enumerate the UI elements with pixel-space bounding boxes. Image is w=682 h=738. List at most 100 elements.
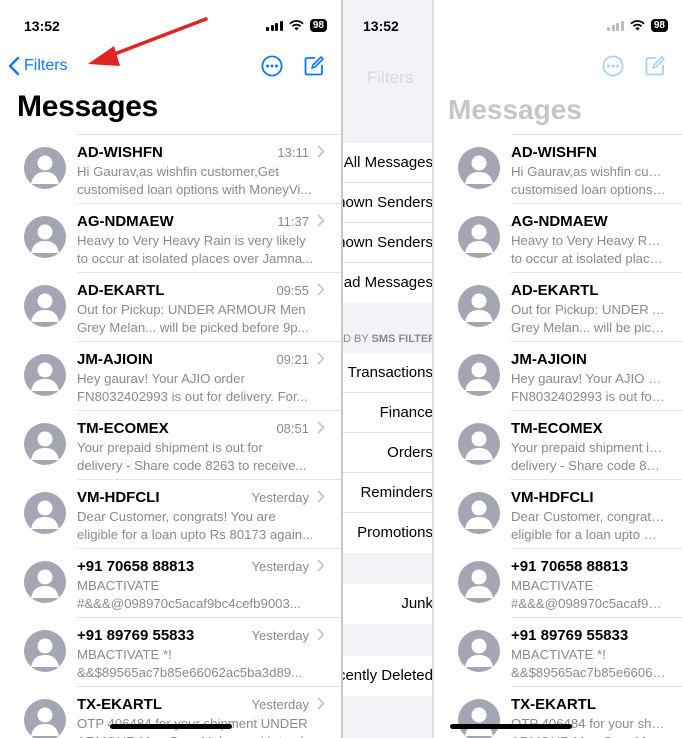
preview-line: Dear Customer, congrats! Yo bbox=[511, 509, 666, 524]
person-avatar-icon bbox=[465, 569, 493, 598]
home-indicator[interactable] bbox=[110, 724, 232, 729]
compose-button[interactable] bbox=[303, 55, 325, 77]
preview-line: #&&&@098970c5acaf9bc4cef bbox=[511, 596, 666, 611]
message-sender: +91 70658 88813 bbox=[511, 558, 629, 575]
message-row-body: AD-WISHFN 13:11 Hi Gaurav,as wishfin custo… bbox=[77, 134, 341, 203]
message-row[interactable]: AD-WISHFN 13:11 Hi Gaurav,as wishfin custo… bbox=[0, 134, 341, 203]
message-row[interactable]: VM-HDFCLI Yesterday Dear Customer, congrat… bbox=[0, 479, 341, 548]
message-row[interactable]: +91 70658 88813 Yesterday MBACTIVATE #&&&@0… bbox=[0, 548, 341, 617]
message-row-body: TX-EKARTLYesterdayOTP 406484 for your sh… bbox=[77, 686, 341, 738]
preview-line: #&&&@098970c5acaf9bc4cefb9003... bbox=[77, 596, 301, 611]
message-row[interactable]: VM-HDFCLI Dear Customer, congrats! Yo elig… bbox=[434, 479, 682, 548]
annotation-arrow bbox=[88, 17, 208, 66]
message-row[interactable]: TX-EKARTLOTP 406484 for your shipmARMOUR… bbox=[434, 686, 682, 738]
message-preview: Out for Pickup: UNDER ARMOUR Men Grey Mel… bbox=[77, 301, 325, 337]
cellular-signal-icon bbox=[607, 20, 624, 31]
message-row[interactable]: TM-ECOMEX 08:51 Your prepaid shipment is o… bbox=[0, 410, 341, 479]
more-button[interactable] bbox=[602, 55, 624, 77]
compose-button[interactable] bbox=[644, 55, 666, 77]
message-row[interactable]: JM-AJIOIN 09:21 Hey gaurav! Your AJIO orde… bbox=[0, 341, 341, 410]
filter-all-messages[interactable]: All Messages bbox=[343, 143, 433, 183]
chevron-right-icon bbox=[317, 145, 325, 158]
message-row[interactable]: AD-EKARTL Out for Pickup: UNDER ARM Grey M… bbox=[434, 272, 682, 341]
person-avatar-icon bbox=[465, 431, 493, 460]
preview-line: to occur at isolated places over Jamna..… bbox=[77, 251, 314, 266]
person-avatar-icon bbox=[31, 569, 59, 598]
avatar bbox=[24, 492, 66, 534]
preview-line: MBACTIVATE *! bbox=[511, 647, 606, 662]
message-sender: JM-AJIOIN bbox=[511, 351, 587, 368]
chevron-right-icon bbox=[317, 352, 325, 365]
person-avatar-icon bbox=[465, 362, 493, 391]
message-sender: +91 70658 88813 bbox=[77, 558, 195, 575]
message-row[interactable]: +91 70658 88813 MBACTIVATE #&&&@098970c5ac… bbox=[434, 548, 682, 617]
filter-all-transactions[interactable]: All Transactions bbox=[343, 353, 433, 393]
message-row-body: AD-EKARTL Out for Pickup: UNDER ARM Grey M… bbox=[511, 272, 682, 341]
avatar bbox=[24, 354, 66, 396]
message-sender: AD-WISHFN bbox=[77, 144, 163, 161]
chevron-left-icon bbox=[8, 56, 20, 76]
person-avatar-icon bbox=[465, 155, 493, 184]
filter-reminders[interactable]: Reminders bbox=[343, 473, 433, 513]
preview-line: ARMOUR Men Grey Melan... bbox=[511, 733, 666, 738]
chevron-right-icon bbox=[317, 214, 325, 227]
avatar bbox=[24, 147, 66, 189]
home-indicator[interactable] bbox=[450, 724, 572, 729]
message-row[interactable]: JM-AJIOIN Hey gaurav! Your AJIO order FN80… bbox=[434, 341, 682, 410]
preview-line: MBACTIVATE bbox=[77, 578, 160, 593]
message-row-body: JM-AJIOIN Hey gaurav! Your AJIO order FN80… bbox=[511, 341, 682, 410]
message-time: Yesterday bbox=[251, 490, 309, 505]
message-sender: AD-EKARTL bbox=[511, 282, 599, 299]
message-row[interactable]: +91 89769 55833 MBACTIVATE *! &&$89565ac7b… bbox=[434, 617, 682, 686]
message-time: 11:37 bbox=[277, 214, 309, 229]
filter-unknown-senders[interactable]: Unknown Senders bbox=[343, 223, 433, 263]
cellular-signal-icon bbox=[266, 20, 283, 31]
chevron-right-icon bbox=[317, 697, 325, 710]
person-avatar-icon bbox=[465, 224, 493, 253]
avatar bbox=[458, 423, 500, 465]
message-row[interactable]: +91 89769 55833 Yesterday MBACTIVATE *! &&$… bbox=[0, 617, 341, 686]
wifi-icon bbox=[630, 20, 645, 31]
chevron-right-icon bbox=[317, 628, 325, 641]
preview-line: Hi Gaurav,as wishfin customer bbox=[511, 164, 666, 179]
message-sender: TM-ECOMEX bbox=[77, 420, 169, 437]
message-row[interactable]: AD-WISHFN Hi Gaurav,as wishfin customer cu… bbox=[434, 134, 682, 203]
person-avatar-icon bbox=[465, 707, 493, 736]
message-row[interactable]: TX-EKARTLYesterdayOTP 406484 for your sh… bbox=[0, 686, 341, 738]
messages-screen-left: 13:52 98 Filters Messages AD-WISHFN 13:11… bbox=[0, 0, 341, 738]
ellipsis-circle-icon bbox=[602, 55, 624, 77]
person-avatar-icon bbox=[31, 293, 59, 322]
avatar bbox=[24, 423, 66, 465]
message-row-body: TM-ECOMEX 08:51 Your prepaid shipment is o… bbox=[77, 410, 341, 479]
preview-line: customised loan options with bbox=[511, 182, 666, 197]
compose-icon bbox=[304, 56, 324, 76]
filter-known-senders[interactable]: Known Senders bbox=[343, 183, 433, 223]
more-button[interactable] bbox=[261, 55, 283, 77]
preview-line: to occur at isolated places o bbox=[511, 251, 666, 266]
filter-orders[interactable]: Orders bbox=[343, 433, 433, 473]
filter-group-sms: All Transactions Finance Orders Reminder… bbox=[343, 353, 433, 553]
message-preview: Hey gaurav! Your AJIO order FN8032402993 … bbox=[77, 370, 325, 406]
filters-screen-middle: 13:52 Filters All Messages Known Senders… bbox=[343, 0, 433, 738]
status-icons: 98 bbox=[266, 19, 327, 32]
filters-back-button[interactable]: Filters bbox=[8, 56, 68, 76]
message-time: Yesterday bbox=[251, 697, 309, 712]
message-row[interactable]: AG-NDMAEW Heavy to Very Heavy Rain is to o… bbox=[434, 203, 682, 272]
filter-unread-messages[interactable]: Unread Messages bbox=[343, 263, 433, 303]
preview-line: Your prepaid shipment is out for bbox=[77, 440, 263, 455]
message-row[interactable]: TM-ECOMEX Your prepaid shipment is out del… bbox=[434, 410, 682, 479]
message-sender: AD-EKARTL bbox=[77, 282, 165, 299]
row-chevron bbox=[317, 628, 325, 646]
compose-icon bbox=[645, 56, 665, 76]
message-row[interactable]: AD-EKARTL 09:55 Out for Pickup: UNDER ARMO… bbox=[0, 272, 341, 341]
message-row[interactable]: AG-NDMAEW 11:37 Heavy to Very Heavy Rain i… bbox=[0, 203, 341, 272]
filter-promotions[interactable]: Promotions bbox=[343, 513, 433, 553]
person-avatar-icon bbox=[465, 638, 493, 667]
filter-junk[interactable]: Junk bbox=[343, 584, 433, 624]
filter-group-junk: Junk bbox=[343, 584, 433, 624]
row-chevron bbox=[317, 697, 325, 715]
filter-recently-deleted[interactable]: Recently Deleted bbox=[343, 656, 433, 696]
chevron-right-icon bbox=[317, 421, 325, 434]
message-list: AD-WISHFN 13:11 Hi Gaurav,as wishfin custo… bbox=[0, 134, 341, 738]
filter-finance[interactable]: Finance bbox=[343, 393, 433, 433]
